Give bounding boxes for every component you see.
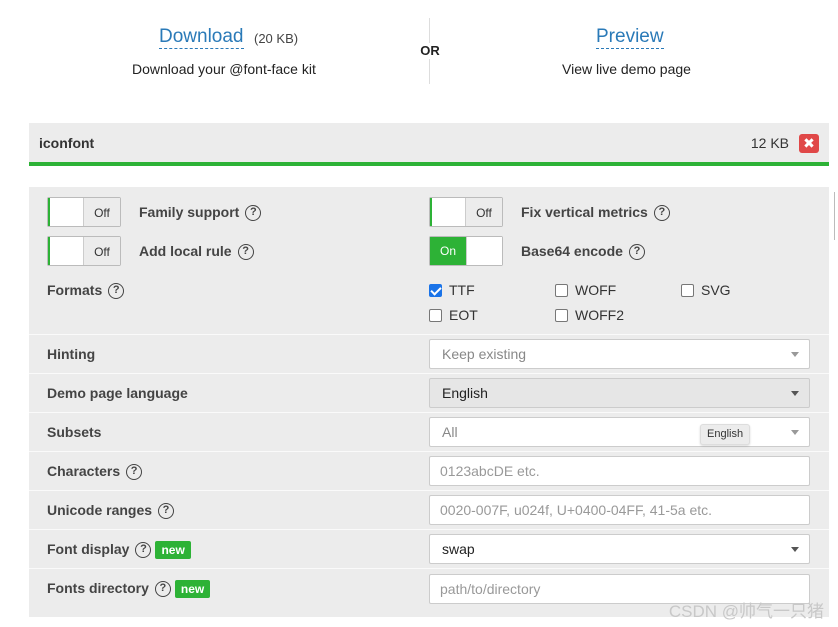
new-badge: new	[155, 541, 191, 560]
checkbox-box[interactable]	[429, 283, 442, 297]
format-ttf-checkbox[interactable]: TTF	[429, 282, 475, 298]
font-file-bar: iconfont 12 KB ✖	[29, 123, 829, 163]
fonts-directory-label: Fonts directory? new	[47, 579, 211, 599]
help-icon[interactable]: ?	[628, 244, 645, 261]
unicode-ranges-label: Unicode ranges?	[47, 501, 175, 520]
hinting-label: Hinting	[47, 346, 96, 362]
toggle-state: Off	[84, 198, 120, 226]
scroll-edge	[834, 192, 838, 240]
format-eot-checkbox[interactable]: EOT	[429, 307, 478, 323]
help-icon[interactable]: ?	[126, 464, 143, 481]
toggle-knob	[48, 237, 84, 265]
font-name: iconfont	[39, 135, 95, 151]
download-size: (20 KB)	[254, 31, 299, 46]
help-icon[interactable]: ?	[245, 205, 262, 222]
format-woff-checkbox[interactable]: WOFF	[555, 282, 616, 298]
add-local-rule-label: Add local rule?	[139, 242, 254, 261]
row-divider	[29, 451, 829, 452]
hinting-select[interactable]: Keep existing	[429, 339, 810, 369]
row-divider	[29, 373, 829, 374]
characters-label: Characters?	[47, 462, 143, 481]
remove-font-button[interactable]: ✖	[799, 134, 819, 153]
family-support-toggle[interactable]: Off	[47, 197, 121, 227]
checkbox-box[interactable]	[681, 283, 694, 297]
checkbox-box[interactable]	[555, 308, 568, 322]
formats-text: Formats	[47, 282, 103, 298]
demo-language-value: English	[442, 385, 488, 401]
font-display-select[interactable]: swap	[429, 534, 810, 564]
base64-encode-toggle[interactable]: On	[429, 236, 503, 266]
format-label: SVG	[701, 282, 731, 298]
format-label: WOFF2	[575, 307, 624, 323]
toggle-state: On	[430, 237, 466, 265]
or-label: OR	[419, 43, 441, 59]
help-icon[interactable]: ?	[108, 283, 125, 300]
base64-encode-text: Base64 encode	[521, 243, 623, 259]
watermark: CSDN @帅气一只猪	[668, 602, 824, 621]
family-support-label: Family support?	[139, 203, 262, 222]
help-icon[interactable]: ?	[237, 244, 254, 261]
unicode-ranges-input[interactable]	[429, 495, 810, 525]
toggle-knob	[430, 198, 466, 226]
format-svg-checkbox[interactable]: SVG	[681, 282, 731, 298]
download-description: Download your @font-face kit	[132, 61, 316, 77]
preview-description: View live demo page	[562, 61, 691, 77]
add-local-rule-text: Add local rule	[139, 243, 232, 259]
checkbox-box[interactable]	[555, 283, 568, 297]
chevron-down-icon	[791, 430, 799, 435]
toggle-knob	[466, 237, 502, 265]
toggle-state: Off	[466, 198, 502, 226]
checkbox-box[interactable]	[429, 308, 442, 322]
subsets-label: Subsets	[47, 424, 102, 440]
font-display-label: Font display? new	[47, 540, 191, 560]
fix-vertical-metrics-toggle[interactable]: Off	[429, 197, 503, 227]
fonts-directory-text: Fonts directory	[47, 580, 149, 596]
base64-encode-label: Base64 encode?	[521, 242, 645, 261]
help-icon[interactable]: ?	[154, 581, 171, 598]
family-support-text: Family support	[139, 204, 240, 220]
help-icon[interactable]: ?	[653, 205, 670, 222]
new-badge: new	[174, 580, 211, 599]
subsets-value: All	[442, 424, 458, 440]
subsets-select[interactable]: All	[429, 417, 810, 447]
font-bar-underline	[29, 162, 829, 166]
unicode-ranges-text: Unicode ranges	[47, 502, 153, 518]
chevron-down-icon	[791, 547, 799, 552]
toggle-knob	[48, 198, 84, 226]
demo-language-select[interactable]: English	[429, 378, 810, 408]
language-tooltip: English	[700, 424, 751, 445]
format-label: EOT	[449, 307, 478, 323]
chevron-down-icon	[791, 352, 799, 357]
format-label: WOFF	[575, 282, 617, 298]
download-preview-area: Download (20 KB) Download your @font-fac…	[0, 0, 838, 110]
font-file-size: 12 KB	[750, 135, 789, 151]
row-divider	[29, 529, 829, 530]
font-display-text: Font display	[47, 541, 130, 557]
characters-text: Characters	[47, 463, 121, 479]
characters-input[interactable]	[429, 456, 810, 486]
row-divider	[29, 334, 829, 335]
toggle-state: Off	[84, 237, 120, 265]
row-divider	[29, 412, 829, 413]
hinting-value: Keep existing	[442, 346, 527, 362]
row-divider	[29, 490, 829, 491]
chevron-down-icon	[791, 391, 799, 396]
format-label: TTF	[449, 282, 475, 298]
font-display-value: swap	[442, 541, 475, 557]
help-icon[interactable]: ?	[158, 503, 175, 520]
add-local-rule-toggle[interactable]: Off	[47, 236, 121, 266]
fix-vertical-metrics-text: Fix vertical metrics	[521, 204, 648, 220]
demo-language-label: Demo page language	[47, 385, 188, 401]
row-divider	[29, 568, 829, 569]
format-woff2-checkbox[interactable]: WOFF2	[555, 307, 624, 323]
preview-link[interactable]: Preview	[596, 26, 664, 49]
fix-vertical-metrics-label: Fix vertical metrics?	[521, 203, 670, 222]
formats-label: Formats?	[47, 281, 125, 300]
download-link[interactable]: Download	[159, 26, 244, 49]
help-icon[interactable]: ?	[135, 542, 152, 559]
